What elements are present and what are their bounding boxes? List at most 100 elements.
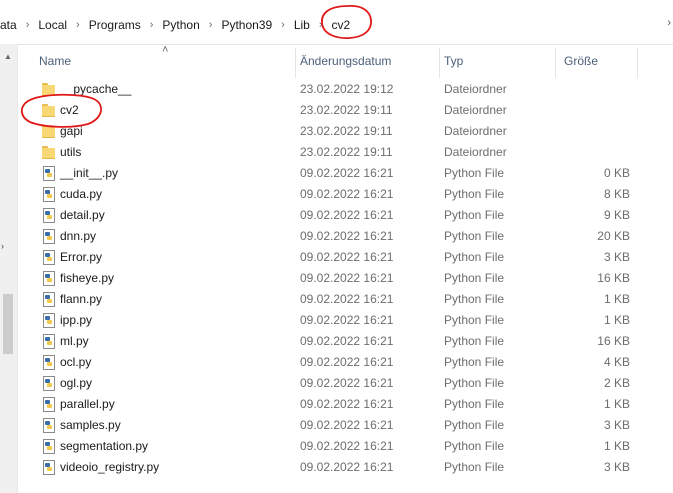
column-date[interactable]: Änderungsdatum: [300, 54, 391, 68]
column-name[interactable]: Name: [39, 54, 71, 68]
file-row[interactable]: ipp.py 09.02.2022 16:21 Python File 1 KB: [17, 310, 673, 331]
column-divider[interactable]: [637, 48, 638, 78]
file-row[interactable]: parallel.py 09.02.2022 16:21 Python File 1 …: [17, 394, 673, 415]
chevron-right-icon[interactable]: ›: [667, 17, 671, 29]
scrollbar-thumb[interactable]: [3, 294, 13, 354]
file-row[interactable]: cuda.py 09.02.2022 16:21 Python File 8 KB: [17, 184, 673, 205]
file-row[interactable]: flann.py 09.02.2022 16:21 Python File 1 KB: [17, 289, 673, 310]
file-type: Dateiordner: [444, 103, 507, 117]
file-row[interactable]: utils 23.02.2022 19:11 Dateiordner: [17, 142, 673, 163]
file-date: 09.02.2022 16:21: [300, 187, 394, 201]
file-size: 1 KB: [603, 439, 630, 453]
python-file-icon: [42, 418, 56, 433]
file-row[interactable]: cv2 23.02.2022 19:11 Dateiordner: [17, 100, 673, 121]
file-size: 0 KB: [603, 166, 630, 180]
file-row[interactable]: ogl.py 09.02.2022 16:21 Python File 2 KB: [17, 373, 673, 394]
file-row[interactable]: __pycache__ 23.02.2022 19:12 Dateiordner: [17, 79, 673, 100]
file-type: Python File: [444, 208, 505, 222]
chevron-right-icon[interactable]: ›: [319, 19, 323, 31]
python-file-icon: [42, 439, 56, 454]
scroll-up-arrow-icon[interactable]: ▲: [4, 52, 12, 61]
file-row[interactable]: ml.py 09.02.2022 16:21 Python File 16 KB: [17, 331, 673, 352]
column-divider[interactable]: [555, 48, 556, 78]
chevron-right-icon[interactable]: ›: [281, 19, 285, 31]
python-file-icon: [42, 355, 56, 370]
file-size: 1 KB: [603, 292, 630, 306]
column-divider[interactable]: [295, 48, 296, 78]
file-type: Python File: [444, 187, 505, 201]
file-type: Dateiordner: [444, 145, 507, 159]
file-size: 8 KB: [603, 187, 630, 201]
chevron-right-icon[interactable]: ›: [209, 19, 213, 31]
file-size: 3 KB: [603, 250, 630, 264]
file-date: 09.02.2022 16:21: [300, 250, 394, 264]
breadcrumb-item[interactable]: Lib: [294, 18, 310, 32]
breadcrumb: ata › Local › Programs › Python › Python…: [0, 16, 350, 34]
file-name: videoio_registry.py: [60, 460, 160, 474]
file-date: 09.02.2022 16:21: [300, 397, 394, 411]
breadcrumb-item[interactable]: ata: [0, 18, 17, 32]
file-type: Dateiordner: [444, 124, 507, 138]
python-file-icon: [42, 292, 56, 307]
file-name: dnn.py: [60, 229, 97, 243]
chevron-right-icon[interactable]: ›: [26, 19, 30, 31]
file-date: 09.02.2022 16:21: [300, 292, 394, 306]
file-name: flann.py: [60, 292, 103, 306]
file-row[interactable]: detail.py 09.02.2022 16:21 Python File 9 KB: [17, 205, 673, 226]
column-type[interactable]: Typ: [444, 54, 463, 68]
file-type: Python File: [444, 376, 505, 390]
file-row[interactable]: fisheye.py 09.02.2022 16:21 Python File 16 …: [17, 268, 673, 289]
address-bar[interactable]: ata › Local › Programs › Python › Python…: [0, 0, 673, 45]
python-file-icon: [42, 313, 56, 328]
file-name: fisheye.py: [60, 271, 115, 285]
navigation-pane-scrollbar[interactable]: ▲ ›: [0, 44, 18, 493]
file-size: 16 KB: [597, 271, 630, 285]
chevron-right-icon[interactable]: ›: [150, 19, 154, 31]
file-date: 23.02.2022 19:12: [300, 82, 394, 96]
file-row[interactable]: samples.py 09.02.2022 16:21 Python File 3 K…: [17, 415, 673, 436]
file-name: cv2: [60, 103, 79, 117]
file-date: 23.02.2022 19:11: [300, 103, 393, 117]
file-size: 3 KB: [603, 418, 630, 432]
file-date: 09.02.2022 16:21: [300, 271, 394, 285]
folder-icon: [42, 145, 56, 160]
folder-icon: [42, 124, 56, 139]
file-name: utils: [60, 145, 82, 159]
file-name: samples.py: [60, 418, 121, 432]
column-divider[interactable]: [439, 48, 440, 78]
file-size: 20 KB: [597, 229, 630, 243]
sort-ascending-icon: ˄: [162, 44, 169, 56]
file-row[interactable]: __init__.py 09.02.2022 16:21 Python File 0 …: [17, 163, 673, 184]
file-row[interactable]: Error.py 09.02.2022 16:21 Python File 3 KB: [17, 247, 673, 268]
breadcrumb-item[interactable]: Python39: [221, 18, 272, 32]
column-size[interactable]: Größe: [564, 54, 598, 68]
breadcrumb-item[interactable]: Programs: [89, 18, 141, 32]
file-row[interactable]: segmentation.py 09.02.2022 16:21 Python Fi…: [17, 436, 673, 457]
file-name: cuda.py: [60, 187, 103, 201]
file-date: 09.02.2022 16:21: [300, 418, 394, 432]
file-type: Python File: [444, 355, 505, 369]
file-size: 2 KB: [603, 376, 630, 390]
file-row[interactable]: gapi 23.02.2022 19:11 Dateiordner: [17, 121, 673, 142]
file-row[interactable]: videoio_registry.py 09.02.2022 16:21 Pytho…: [17, 457, 673, 478]
folder-icon: [42, 82, 56, 97]
python-file-icon: [42, 460, 56, 475]
file-row[interactable]: dnn.py 09.02.2022 16:21 Python File 20 KB: [17, 226, 673, 247]
file-name: ogl.py: [60, 376, 93, 390]
python-file-icon: [42, 397, 56, 412]
breadcrumb-item-current[interactable]: cv2: [332, 18, 351, 32]
breadcrumb-item[interactable]: Python: [162, 18, 199, 32]
chevron-right-icon[interactable]: ›: [76, 19, 80, 31]
file-row[interactable]: ocl.py 09.02.2022 16:21 Python File 4 KB: [17, 352, 673, 373]
file-size: 4 KB: [603, 355, 630, 369]
nav-expand-chevron-icon[interactable]: ›: [1, 241, 4, 251]
file-type: Python File: [444, 418, 505, 432]
file-name: ocl.py: [60, 355, 92, 369]
python-file-icon: [42, 166, 56, 181]
python-file-icon: [42, 229, 56, 244]
file-type: Python File: [444, 271, 505, 285]
file-type: Python File: [444, 334, 505, 348]
file-type: Python File: [444, 460, 505, 474]
breadcrumb-item[interactable]: Local: [38, 18, 67, 32]
file-size: 1 KB: [603, 313, 630, 327]
